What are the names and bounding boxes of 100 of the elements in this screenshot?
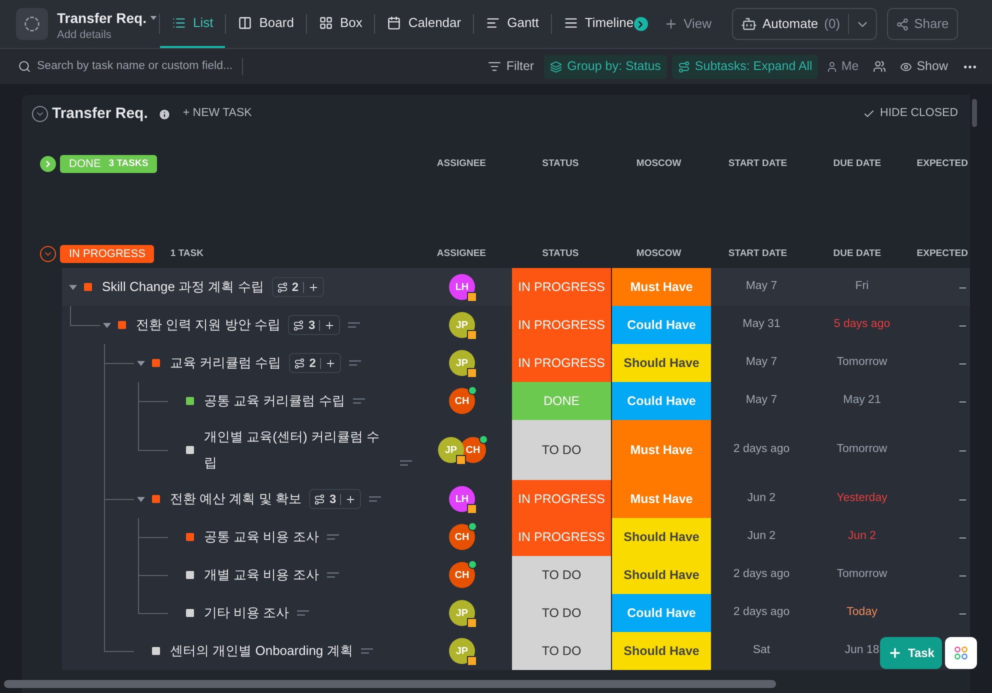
column-header[interactable]: STATUS bbox=[542, 156, 579, 172]
group-label[interactable]: IN PROGRESS bbox=[60, 245, 154, 263]
status-cell[interactable]: TO DO bbox=[512, 420, 612, 480]
task-name[interactable]: 기타 비용 조사 bbox=[204, 600, 290, 626]
task-name[interactable]: 공통 교육 커리큘럼 수립 bbox=[204, 388, 345, 414]
task-name[interactable]: Skill Change 과정 계획 수립 bbox=[102, 274, 264, 300]
start-date[interactable]: May 31 bbox=[742, 316, 780, 334]
priority-cell[interactable]: Should Have bbox=[612, 518, 711, 556]
caret-icon[interactable] bbox=[137, 496, 145, 502]
priority-cell[interactable]: Should Have bbox=[612, 632, 711, 670]
column-header[interactable]: DUE DATE bbox=[833, 246, 882, 262]
caret-icon[interactable] bbox=[103, 322, 111, 328]
task-name[interactable]: 개인별 교육(센터) 커리큘럼 수립 bbox=[204, 424, 392, 476]
space-avatar[interactable] bbox=[16, 8, 48, 40]
due-date[interactable]: Tomorrow bbox=[836, 566, 888, 584]
task-name[interactable]: 센터의 개인별 Onboarding 계획 bbox=[170, 638, 353, 664]
priority-cell[interactable]: Should Have bbox=[612, 556, 711, 594]
column-header[interactable]: MOSCOW bbox=[636, 246, 682, 262]
plus-icon[interactable] bbox=[324, 358, 336, 368]
start-date[interactable]: Jun 2 bbox=[747, 528, 776, 546]
due-date[interactable]: May 21 bbox=[843, 392, 881, 410]
caret-icon[interactable] bbox=[137, 360, 145, 366]
avatar[interactable]: LH bbox=[449, 486, 475, 512]
group-toggle-icon[interactable] bbox=[40, 246, 56, 262]
plus-icon[interactable] bbox=[324, 320, 336, 330]
start-date[interactable]: May 7 bbox=[746, 354, 778, 372]
view-tab[interactable]: Calendar bbox=[375, 0, 474, 48]
group-toggle-icon[interactable] bbox=[40, 156, 56, 172]
start-date[interactable]: Sat bbox=[752, 642, 770, 660]
subtask-counter[interactable]: 2 bbox=[272, 277, 324, 297]
subtask-counter[interactable]: 3 bbox=[309, 489, 362, 509]
apps-button[interactable] bbox=[945, 637, 977, 669]
caret-icon[interactable] bbox=[150, 16, 158, 20]
me-button[interactable]: Me bbox=[826, 57, 859, 76]
start-date[interactable]: Jun 2 bbox=[747, 490, 776, 508]
horizontal-scrollbar[interactable] bbox=[4, 680, 776, 688]
status-cell[interactable]: TO DO bbox=[512, 556, 612, 594]
group-by-button[interactable]: Group by: Status bbox=[544, 54, 667, 78]
start-date[interactable]: 2 days ago bbox=[733, 441, 790, 459]
add-details-link[interactable]: Add details bbox=[57, 28, 159, 40]
due-date[interactable]: Yesterday bbox=[836, 490, 888, 508]
column-header[interactable]: EXPECTED bbox=[916, 156, 968, 172]
status-cell[interactable]: IN PROGRESS bbox=[512, 518, 612, 556]
start-date[interactable]: May 7 bbox=[746, 278, 778, 296]
view-tab[interactable]: Gantt bbox=[474, 0, 551, 48]
column-header[interactable]: MOSCOW bbox=[636, 156, 682, 172]
search-field[interactable]: Search by task name or custom field... bbox=[37, 58, 243, 76]
due-date[interactable]: Tomorrow bbox=[836, 354, 888, 372]
due-date[interactable]: Jun 2 bbox=[848, 528, 876, 546]
start-date[interactable]: 2 days ago bbox=[733, 604, 790, 622]
start-date[interactable]: May 7 bbox=[746, 392, 778, 410]
vertical-scrollbar[interactable] bbox=[972, 99, 977, 127]
due-date[interactable]: Fri bbox=[855, 278, 869, 296]
column-header[interactable]: ASSIGNEE bbox=[436, 246, 486, 262]
task-name[interactable]: 교육 커리큘럼 수립 bbox=[170, 350, 282, 376]
new-task-button[interactable]: + NEW TASK bbox=[182, 105, 252, 123]
task-name[interactable]: 전환 인력 지원 방안 수립 bbox=[136, 312, 280, 338]
status-cell[interactable]: IN PROGRESS bbox=[512, 268, 612, 306]
due-date[interactable]: Tomorrow bbox=[836, 441, 888, 459]
task-name[interactable]: 공통 교육 비용 조사 bbox=[204, 524, 319, 550]
column-header[interactable]: EXPECTED bbox=[916, 246, 968, 262]
add-view-button[interactable]: View bbox=[664, 14, 712, 34]
column-header[interactable]: START DATE bbox=[728, 246, 788, 262]
column-header[interactable]: STATUS bbox=[542, 246, 579, 262]
column-header[interactable]: START DATE bbox=[728, 156, 788, 172]
due-date[interactable]: Today bbox=[846, 604, 878, 622]
caret-icon[interactable] bbox=[69, 284, 77, 290]
people-icon[interactable] bbox=[872, 60, 886, 73]
due-date[interactable]: 5 days ago bbox=[834, 316, 890, 334]
start-date[interactable]: 2 days ago bbox=[733, 566, 790, 584]
view-tab[interactable]: Board bbox=[226, 0, 306, 48]
status-cell[interactable]: TO DO bbox=[512, 594, 612, 632]
view-tab[interactable]: Box bbox=[306, 0, 374, 48]
share-button[interactable]: Share bbox=[887, 8, 958, 40]
hide-closed-button[interactable]: HIDE CLOSED bbox=[863, 105, 958, 123]
column-header[interactable]: ASSIGNEE bbox=[436, 156, 486, 172]
plus-icon[interactable] bbox=[308, 282, 319, 292]
view-tab[interactable]: Timeline bbox=[552, 0, 646, 48]
status-cell[interactable]: TO DO bbox=[512, 632, 612, 670]
avatar[interactable]: CH bbox=[449, 562, 475, 588]
subtask-counter[interactable]: 3 bbox=[288, 315, 340, 335]
info-icon[interactable] bbox=[158, 108, 171, 120]
scroll-right-icon[interactable] bbox=[634, 17, 648, 31]
filter-button[interactable]: Filter bbox=[482, 57, 540, 76]
avatar[interactable]: LH bbox=[449, 274, 475, 300]
automate-button[interactable]: Automate (0) bbox=[732, 8, 878, 40]
list-title[interactable]: Transfer Req. bbox=[57, 8, 146, 28]
subtasks-button[interactable]: Subtasks: Expand All bbox=[672, 54, 818, 78]
avatar[interactable]: CH bbox=[449, 524, 475, 550]
status-cell[interactable]: IN PROGRESS bbox=[512, 480, 612, 518]
task-name[interactable]: 전환 예산 계획 및 확보 bbox=[170, 486, 302, 512]
task-name[interactable]: 개별 교육 비용 조사 bbox=[204, 562, 319, 588]
due-date[interactable]: Jun 18 bbox=[844, 642, 880, 660]
add-task-button[interactable]: Task bbox=[880, 637, 942, 669]
show-button[interactable]: Show bbox=[900, 57, 948, 76]
collapse-icon[interactable] bbox=[32, 106, 48, 122]
priority-cell[interactable]: Should Have bbox=[612, 344, 711, 382]
subtask-counter[interactable]: 2 bbox=[289, 353, 341, 373]
plus-icon[interactable] bbox=[345, 494, 356, 504]
column-header[interactable]: DUE DATE bbox=[833, 156, 882, 172]
